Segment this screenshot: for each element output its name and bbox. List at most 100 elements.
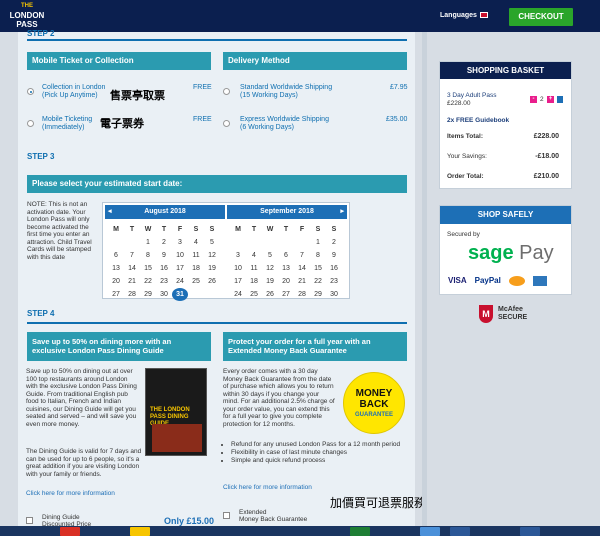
delivery-method-header: Delivery Method: [223, 52, 407, 70]
page-scrollbar[interactable]: [422, 32, 427, 536]
decrease-qty-button[interactable]: -: [530, 96, 537, 103]
calendar-day[interactable]: 21: [124, 275, 140, 288]
calendar-day[interactable]: 28: [124, 288, 140, 301]
calendar-day[interactable]: 15: [310, 262, 326, 275]
dining-guide-checkbox[interactable]: [26, 517, 33, 524]
guarantee-more-info-link[interactable]: Click here for more information: [223, 484, 312, 491]
calendar-day[interactable]: 9: [326, 249, 342, 262]
calendar-day[interactable]: 16: [156, 262, 172, 275]
qty-value[interactable]: 2: [540, 96, 544, 103]
calendar-day[interactable]: 10: [172, 249, 188, 262]
calendar-day[interactable]: 26: [262, 288, 278, 301]
calendar-day[interactable]: 12: [262, 262, 278, 275]
calendar-day[interactable]: 29: [140, 288, 156, 301]
amex-icon: [533, 276, 548, 286]
calendar-day[interactable]: 27: [108, 288, 124, 301]
paypal-logo: PayPal: [474, 276, 501, 286]
calendar-day[interactable]: 2: [156, 236, 172, 249]
collection-radio[interactable]: [27, 88, 34, 95]
app-icon[interactable]: [450, 527, 470, 536]
app-icon[interactable]: [130, 527, 150, 536]
languages-selector[interactable]: Languages: [440, 12, 488, 19]
calendar-day[interactable]: 14: [294, 262, 310, 275]
mobile-ticketing-option[interactable]: Mobile Ticketing (Immediately): [42, 116, 92, 132]
express-shipping-option[interactable]: Express Worldwide Shipping (6 Working Day…: [240, 116, 329, 132]
express-shipping-radio[interactable]: [223, 120, 230, 127]
calendar-day[interactable]: 25: [188, 275, 204, 288]
savings-value: -£18.00: [535, 153, 559, 160]
weekday-label: F: [299, 226, 305, 233]
savings-label: Your Savings:: [447, 153, 487, 160]
next-month-icon[interactable]: ▸: [340, 205, 344, 219]
calendar-day[interactable]: 3: [230, 249, 246, 262]
calendar-day[interactable]: 13: [108, 262, 124, 275]
calendar-day[interactable]: 4: [188, 236, 204, 249]
increase-qty-button[interactable]: +: [547, 96, 554, 103]
weekday-label: W: [266, 226, 274, 233]
calendar-day[interactable]: 22: [310, 275, 326, 288]
money-back-checkbox[interactable]: [223, 512, 230, 519]
calendar-day[interactable]: 2: [326, 236, 342, 249]
basket-item-price: £228.00: [447, 100, 471, 107]
calendar-day[interactable]: 19: [262, 275, 278, 288]
calendar-day[interactable]: 15: [140, 262, 156, 275]
calendar-day[interactable]: 3: [172, 236, 188, 249]
calendar-day[interactable]: 23: [326, 275, 342, 288]
calendar-day[interactable]: 18: [188, 262, 204, 275]
calendar-day[interactable]: 1: [310, 236, 326, 249]
calendar-day: [230, 236, 246, 249]
calendar-day[interactable]: 28: [294, 288, 310, 301]
calendar-day[interactable]: 19: [204, 262, 220, 275]
calendar-day[interactable]: 26: [204, 275, 220, 288]
calendar-day[interactable]: 6: [278, 249, 294, 262]
calendar-day[interactable]: 5: [262, 249, 278, 262]
calendar-day[interactable]: 27: [278, 288, 294, 301]
calendar-day[interactable]: 17: [172, 262, 188, 275]
calendar-day[interactable]: 16: [326, 262, 342, 275]
calendar-day[interactable]: 30: [326, 288, 342, 301]
calendar-day[interactable]: 23: [156, 275, 172, 288]
calendar-day[interactable]: 31: [172, 288, 188, 301]
calendar-day[interactable]: 25: [246, 288, 262, 301]
calendar-day[interactable]: 21: [294, 275, 310, 288]
calendar-day[interactable]: 11: [188, 249, 204, 262]
standard-shipping-radio[interactable]: [223, 88, 230, 95]
calendar-day: [108, 236, 124, 249]
prev-month-icon[interactable]: ◂: [108, 205, 112, 219]
app-icon[interactable]: [520, 527, 540, 536]
calendar-day[interactable]: 11: [246, 262, 262, 275]
app-icon[interactable]: [60, 527, 80, 536]
calendar-day[interactable]: 10: [230, 262, 246, 275]
calendar-day[interactable]: 6: [108, 249, 124, 262]
calendar-day[interactable]: 17: [230, 275, 246, 288]
calendar-day[interactable]: 14: [124, 262, 140, 275]
calendar-day[interactable]: 8: [310, 249, 326, 262]
collection-option[interactable]: Collection in London (Pick Up Anytime): [42, 84, 105, 100]
calendar-day[interactable]: 12: [204, 249, 220, 262]
calendar-day[interactable]: 20: [278, 275, 294, 288]
calendar-day[interactable]: 9: [156, 249, 172, 262]
calendar-day[interactable]: 13: [278, 262, 294, 275]
standard-shipping-option[interactable]: Standard Worldwide Shipping (15 Working D…: [240, 84, 332, 100]
london-pass-logo[interactable]: THE LONDON PASS: [6, 2, 48, 30]
calendar-day[interactable]: 24: [230, 288, 246, 301]
calendar-day[interactable]: 20: [108, 275, 124, 288]
taskbar: [0, 526, 600, 536]
calendar-day[interactable]: 24: [172, 275, 188, 288]
dining-more-info-link[interactable]: Click here for more information: [26, 490, 115, 497]
calendar-day[interactable]: 4: [246, 249, 262, 262]
calendar-day[interactable]: 8: [140, 249, 156, 262]
app-icon[interactable]: [420, 527, 440, 536]
calendar-day[interactable]: 22: [140, 275, 156, 288]
checkout-button[interactable]: CHECKOUT: [509, 8, 573, 26]
app-icon[interactable]: [350, 527, 370, 536]
calendar-day[interactable]: 1: [140, 236, 156, 249]
calendar-day[interactable]: 5: [204, 236, 220, 249]
calendar-day[interactable]: 7: [294, 249, 310, 262]
calendar-day[interactable]: 29: [310, 288, 326, 301]
mobile-ticketing-radio[interactable]: [27, 120, 34, 127]
calendar-day[interactable]: 7: [124, 249, 140, 262]
trash-icon[interactable]: [557, 96, 563, 103]
calendar-day[interactable]: 30: [156, 288, 172, 301]
calendar-day[interactable]: 18: [246, 275, 262, 288]
